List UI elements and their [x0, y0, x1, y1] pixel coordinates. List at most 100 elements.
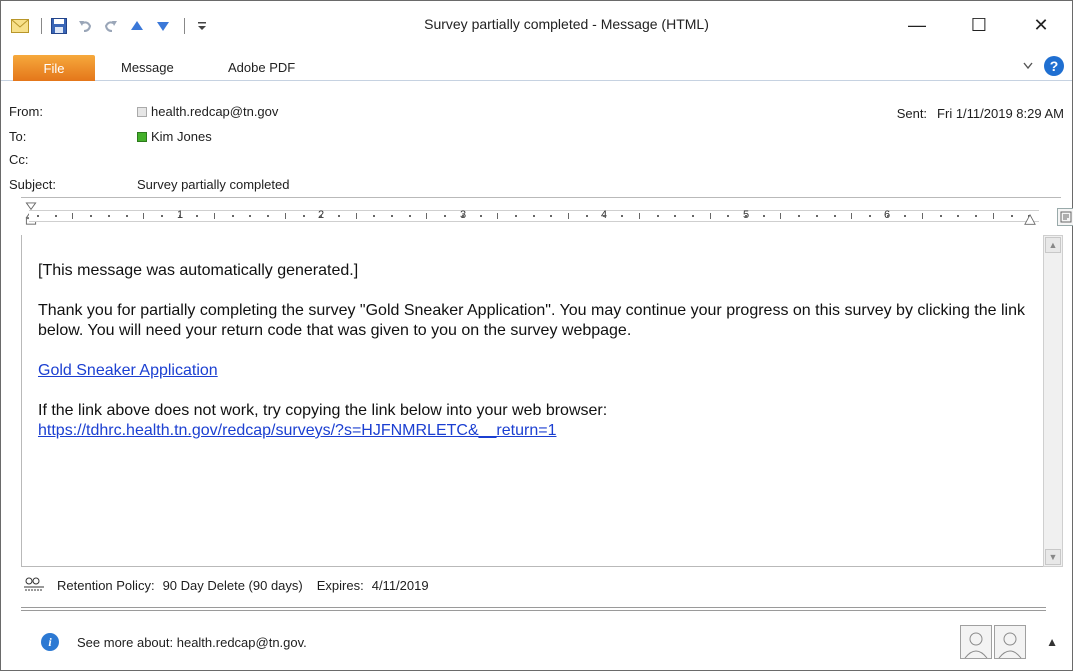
minimize-button[interactable]: —	[886, 1, 948, 49]
ruler-tick	[391, 215, 393, 217]
ruler-tick	[656, 215, 659, 217]
ruler-tick	[178, 215, 181, 217]
ruler-tick	[514, 215, 517, 217]
vertical-scrollbar[interactable]: ▲ ▼	[1043, 235, 1063, 567]
right-indent-marker-icon[interactable]	[1024, 208, 1036, 232]
ruler-tick	[160, 215, 163, 217]
sent-label: Sent:	[896, 106, 928, 121]
ruler-tick	[780, 213, 782, 219]
expires-label: Expires:	[316, 577, 364, 593]
to-value[interactable]: Kim Jones	[137, 129, 212, 144]
ruler-tick	[975, 215, 978, 217]
ruler-tick	[479, 215, 482, 217]
ruler-tick	[214, 213, 215, 219]
ruler-tick	[798, 215, 801, 217]
ruler-tick	[54, 215, 57, 217]
ruler-tick	[603, 215, 606, 217]
tab-file[interactable]: File	[13, 55, 95, 81]
retention-policy-icon	[23, 576, 45, 595]
cc-label: Cc:	[9, 152, 29, 167]
contact-avatars	[960, 625, 1026, 659]
scroll-up-icon[interactable]: ▲	[1045, 237, 1061, 253]
help-icon[interactable]: ?	[1044, 56, 1064, 76]
ruler-tick	[621, 215, 624, 217]
expand-people-pane-icon[interactable]: ▲	[1046, 635, 1058, 649]
see-more-about[interactable]: See more about: health.redcap@tn.gov.	[77, 635, 307, 650]
fallback-instructions: If the link above does not work, try cop…	[38, 402, 608, 419]
from-value[interactable]: health.redcap@tn.gov	[137, 104, 278, 119]
subject-value: Survey partially completed	[137, 177, 290, 192]
sent-info: Sent: Fri 1/11/2019 8:29 AM	[897, 106, 1064, 121]
collapse-ribbon-icon[interactable]	[1022, 59, 1034, 74]
ruler-tick	[355, 213, 357, 219]
ruler-tick	[532, 215, 535, 217]
scroll-down-icon[interactable]: ▼	[1045, 549, 1061, 565]
retention-label: Retention Policy:	[57, 577, 155, 593]
survey-link[interactable]: Gold Sneaker Application	[38, 362, 218, 379]
expires-value: 4/11/2019	[371, 577, 429, 593]
ruler-tick	[939, 215, 942, 217]
ruler-tick	[249, 215, 252, 217]
from-label: From:	[9, 104, 43, 119]
title-bar: Survey partially completed - Message (HT…	[1, 1, 1072, 51]
ruler-tick	[691, 215, 694, 217]
presence-unknown-icon	[137, 106, 147, 117]
to-recipient[interactable]: Kim Jones	[151, 129, 212, 144]
ruler-tick	[497, 213, 499, 219]
ruler-tick	[745, 215, 747, 217]
ruler-tick	[585, 215, 588, 217]
ruler-tick	[550, 215, 553, 217]
message-body-text: [This message was automatically generate…	[38, 261, 1028, 441]
ruler-tick	[922, 213, 923, 219]
tab-message[interactable]: Message	[121, 60, 174, 75]
ruler-tick	[373, 215, 376, 217]
ruler-tick	[267, 215, 270, 217]
ruler-tick	[37, 215, 39, 217]
message-header: From: health.redcap@tn.gov To: Kim Jones…	[1, 82, 1072, 197]
ruler-tick	[762, 215, 765, 217]
ruler-tick	[143, 213, 145, 219]
ruler-tick	[302, 215, 305, 217]
ruler-tick	[674, 215, 677, 217]
maximize-button[interactable]: ☐	[948, 1, 1010, 49]
avatar[interactable]	[960, 625, 992, 659]
ruler-tick	[815, 215, 818, 217]
ruler-tick	[284, 213, 286, 219]
info-icon: i	[41, 633, 59, 651]
window-controls: — ☐ ✕	[886, 1, 1072, 49]
retention-policy-value: 90 Day Delete (90 days)	[162, 577, 303, 593]
ruler-tick	[337, 215, 340, 217]
ruler-tick	[851, 213, 853, 219]
ruler-tick	[868, 215, 871, 217]
ruler-tick	[320, 215, 323, 217]
tab-adobe-pdf[interactable]: Adobe PDF	[228, 60, 295, 75]
body-paragraph: Thank you for partially completing the s…	[38, 302, 1025, 339]
ruler-tick	[444, 215, 447, 217]
close-button[interactable]: ✕	[1010, 1, 1072, 49]
auto-generated-note: [This message was automatically generate…	[38, 262, 359, 279]
ruler-tick	[727, 215, 730, 217]
ruler-tick	[107, 215, 110, 217]
survey-url-link[interactable]: https://tdhrc.health.tn.gov/redcap/surve…	[38, 422, 556, 439]
people-pane: i See more about: health.redcap@tn.gov. …	[1, 613, 1072, 671]
subject-label: Subject:	[9, 177, 56, 192]
ruler-tick	[638, 213, 640, 219]
ruler-tick	[426, 213, 428, 219]
avatar[interactable]	[994, 625, 1026, 659]
ruler-tick	[72, 213, 74, 219]
view-ruler-icon[interactable]	[1057, 208, 1073, 226]
ruler-tick	[992, 213, 994, 219]
ruler-tick	[1010, 215, 1013, 217]
ruler-tick	[231, 215, 234, 217]
ruler-tick	[461, 215, 464, 217]
message-body[interactable]: [This message was automatically generate…	[21, 235, 1043, 567]
retention-policy-bar: Retention Policy: 90 Day Delete (90 days…	[1, 567, 1072, 603]
ruler-tick	[568, 213, 569, 219]
presence-available-icon	[137, 131, 147, 142]
from-address[interactable]: health.redcap@tn.gov	[151, 104, 278, 119]
ruler-tick	[125, 215, 128, 217]
ruler-strip: 1 2 3 4 5 6	[29, 209, 1039, 222]
ruler-tick	[709, 213, 711, 219]
ruler: 1 2 3 4 5 6	[21, 197, 1073, 235]
ruler-tick	[886, 215, 889, 217]
